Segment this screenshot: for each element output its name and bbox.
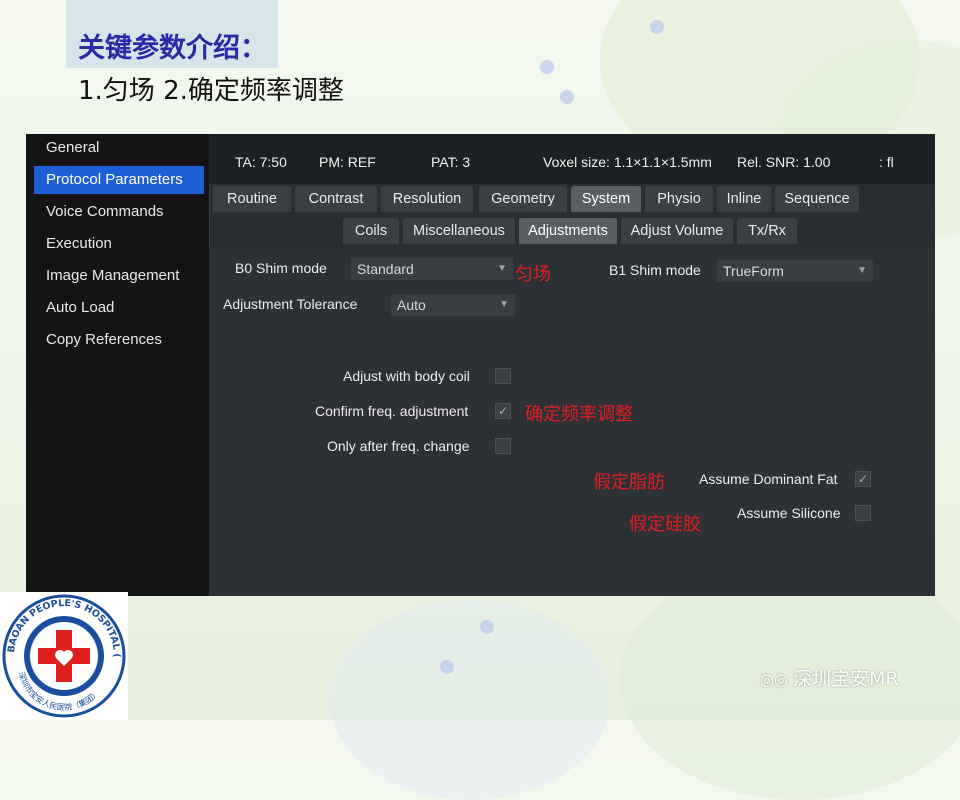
sidebar-item-copy-references[interactable]: Copy References bbox=[34, 326, 204, 354]
sidebar: General Protocol Parameters Voice Comman… bbox=[26, 134, 210, 596]
tab-coils[interactable]: Coils bbox=[343, 218, 399, 244]
sidebar-item-execution[interactable]: Execution bbox=[34, 230, 204, 258]
b0-shim-value: Standard bbox=[357, 261, 414, 277]
sidebar-item-protocol-parameters[interactable]: Protocol Parameters bbox=[34, 166, 204, 194]
sidebar-item-voice-commands[interactable]: Voice Commands bbox=[34, 198, 204, 226]
confirm-freq-label: Confirm freq. adjustment bbox=[315, 403, 469, 419]
pat-readout: PAT: 3 bbox=[431, 154, 471, 170]
wechat-watermark: ◎◎ 深圳宝安MR bbox=[760, 664, 899, 691]
dominant-fat-checkbox[interactable]: ✓ bbox=[855, 471, 871, 487]
adjustments-panel: B0 Shim mode Standard ▼ B1 Shim mode Tru… bbox=[209, 248, 935, 596]
silicone-label: Assume Silicone bbox=[737, 505, 841, 521]
tolerance-value: Auto bbox=[397, 297, 426, 313]
chevron-down-icon: ▼ bbox=[857, 265, 867, 276]
b0-shim-label: B0 Shim mode bbox=[235, 260, 327, 276]
tab-geometry[interactable]: Geometry bbox=[479, 186, 567, 212]
ta-readout: TA: 7:50 bbox=[235, 154, 287, 170]
annotation-confirm: 确定频率调整 bbox=[525, 404, 633, 425]
tab-tx-rx[interactable]: Tx/Rx bbox=[737, 218, 797, 244]
tolerance-label: Adjustment Tolerance bbox=[223, 296, 358, 312]
watermark-text: 深圳宝安MR bbox=[793, 668, 899, 690]
dominant-fat-label: Assume Dominant Fat bbox=[699, 471, 838, 487]
only-after-label: Only after freq. change bbox=[327, 438, 470, 454]
b0-shim-select[interactable]: Standard ▼ bbox=[351, 258, 513, 280]
sidebar-item-auto-load[interactable]: Auto Load bbox=[34, 294, 204, 322]
chevron-down-icon: ▼ bbox=[497, 263, 507, 274]
tab-system[interactable]: System bbox=[571, 186, 641, 212]
flower-decoration bbox=[540, 60, 554, 74]
hospital-seal-icon: BAOAN PEOPLE'S HOSPITAL (GROUP) 深圳市宝安人民医… bbox=[0, 584, 126, 718]
hospital-logo: BAOAN PEOPLE'S HOSPITAL (GROUP) 深圳市宝安人民医… bbox=[0, 584, 128, 720]
b1-shim-select[interactable]: TrueForm ▼ bbox=[717, 260, 873, 282]
tab-contrast[interactable]: Contrast bbox=[295, 186, 377, 212]
annotation-shim: 匀场 bbox=[515, 264, 551, 285]
confirm-freq-checkbox[interactable]: ✓ bbox=[495, 403, 511, 419]
tab-adjustments[interactable]: Adjustments bbox=[519, 218, 617, 244]
body-coil-checkbox[interactable] bbox=[495, 368, 511, 384]
body-coil-label: Adjust with body coil bbox=[343, 368, 470, 384]
flower-decoration bbox=[440, 660, 454, 674]
tab-miscellaneous[interactable]: Miscellaneous bbox=[403, 218, 515, 244]
tab-physio[interactable]: Physio bbox=[645, 186, 713, 212]
tab-row-secondary: Coils Miscellaneous Adjustments Adjust V… bbox=[209, 218, 935, 248]
bg-blob bbox=[330, 600, 610, 800]
status-bar: TA: 7:50 PM: REF PAT: 3 Voxel size: 1.1×… bbox=[209, 134, 935, 184]
tab-routine[interactable]: Routine bbox=[213, 186, 291, 212]
flower-decoration bbox=[480, 620, 494, 634]
b1-shim-label: B1 Shim mode bbox=[609, 262, 701, 278]
only-after-checkbox[interactable] bbox=[495, 438, 511, 454]
slide-subtitle: 1.匀场 2.确定频率调整 bbox=[78, 76, 344, 106]
sidebar-item-general[interactable]: General bbox=[34, 134, 204, 162]
pm-readout: PM: REF bbox=[319, 154, 376, 170]
tab-adjust-volume[interactable]: Adjust Volume bbox=[621, 218, 733, 244]
tab-row-primary: Routine Contrast Resolution Geometry Sys… bbox=[209, 186, 935, 216]
flower-decoration bbox=[560, 90, 574, 104]
voxel-readout: Voxel size: 1.1×1.1×1.5mm bbox=[543, 154, 712, 170]
annotation-fat: 假定脂肪 bbox=[593, 472, 665, 493]
wechat-icon: ◎◎ bbox=[760, 670, 794, 689]
tab-resolution[interactable]: Resolution bbox=[381, 186, 473, 212]
tab-sequence[interactable]: Sequence bbox=[775, 186, 859, 212]
chevron-down-icon: ▼ bbox=[499, 299, 509, 310]
sidebar-item-image-management[interactable]: Image Management bbox=[34, 262, 204, 290]
snr-readout: Rel. SNR: 1.00 bbox=[737, 154, 831, 170]
slide-title: 关键参数介绍： bbox=[78, 33, 267, 64]
tab-inline[interactable]: Inline bbox=[717, 186, 771, 212]
extra-readout: : fl bbox=[879, 154, 894, 170]
annotation-silicone: 假定硅胶 bbox=[629, 514, 701, 535]
silicone-checkbox[interactable] bbox=[855, 505, 871, 521]
b1-shim-value: TrueForm bbox=[723, 263, 784, 279]
flower-decoration bbox=[650, 20, 664, 34]
scanner-screen: General Protocol Parameters Voice Comman… bbox=[26, 134, 935, 596]
tolerance-select[interactable]: Auto ▼ bbox=[391, 294, 515, 316]
